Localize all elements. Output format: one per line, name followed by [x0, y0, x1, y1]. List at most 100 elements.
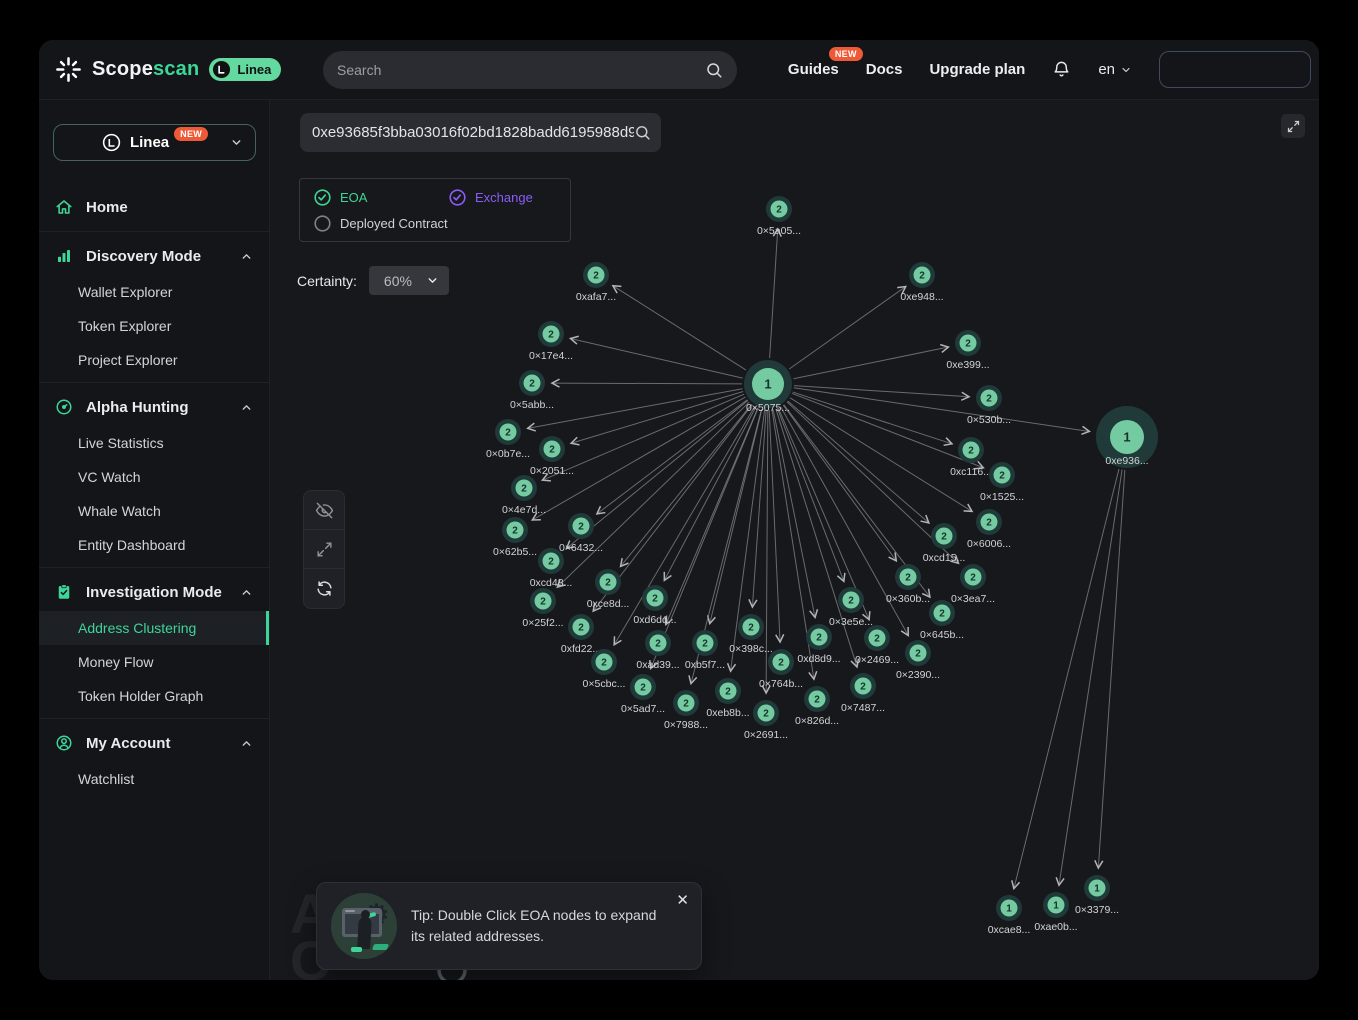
graph-node-0360b[interactable]: 20×360b...: [886, 564, 930, 605]
graph-node-025f2[interactable]: 20×25f2...: [522, 588, 563, 629]
graph-node-03ea7[interactable]: 20×3ea7...: [951, 564, 995, 605]
address-input[interactable]: [312, 124, 634, 141]
sidebar-item-token-holder-graph[interactable]: Token Holder Graph: [39, 679, 269, 713]
graph-node-062b5[interactable]: 20×62b5...: [493, 517, 537, 558]
sidebar-item-entity-dashboard[interactable]: Entity Dashboard: [39, 528, 269, 562]
address-search-bar[interactable]: [300, 113, 661, 152]
graph-node-02469[interactable]: 20×2469...: [855, 625, 899, 666]
graph-edge: [666, 408, 758, 625]
graph-node-02051[interactable]: 20×2051...: [530, 436, 574, 477]
sidebar-item-wallet-explorer[interactable]: Wallet Explorer: [39, 275, 269, 309]
svg-text:1: 1: [1053, 901, 1059, 912]
legend-item-deployed-contract[interactable]: Deployed Contract: [314, 215, 556, 232]
graph-node-0xafa7[interactable]: 20xafa7...: [576, 262, 616, 303]
graph-node-05075[interactable]: 10×5075...: [744, 360, 792, 414]
fit-view-button[interactable]: [304, 530, 344, 569]
graph-node-05a05[interactable]: 20×5a05...: [757, 196, 801, 237]
graph-node-0xe948[interactable]: 20xe948...: [900, 262, 943, 303]
sidebar-item-my-account[interactable]: My Account: [39, 724, 269, 762]
graph-node-0xe936[interactable]: 10xe936...: [1096, 406, 1158, 468]
svg-text:2: 2: [999, 471, 1005, 482]
graph-canvas[interactable]: A C 10×5075...10xe936...20×5a05...20xafa…: [270, 100, 1319, 980]
graph-node-0xd6dd[interactable]: 20xd6dd...: [633, 585, 676, 626]
new-badge: NEW: [829, 47, 863, 61]
graph-node-04e7d[interactable]: 20×4e7d...: [502, 475, 546, 516]
user-icon: [55, 734, 73, 752]
svg-text:2: 2: [814, 695, 820, 706]
graph-node-02691[interactable]: 20×2691...: [744, 700, 788, 741]
graph-node-07988[interactable]: 20×7988...: [664, 690, 708, 731]
node-address-label: 0×2390...: [896, 669, 940, 681]
graph-node-0xcae8[interactable]: 10xcae8...: [988, 895, 1031, 936]
nav-link-upgrade-plan[interactable]: Upgrade plan: [929, 61, 1025, 78]
sidebar-item-investigation-mode[interactable]: Investigation Mode: [39, 573, 269, 611]
node-address-label: 0×5ad7...: [621, 703, 665, 715]
graph-node-00b7e[interactable]: 20×0b7e...: [486, 419, 530, 460]
graph-node-0xce8d[interactable]: 20xce8d...: [587, 569, 630, 610]
graph-node-06432[interactable]: 20×6432...: [559, 513, 603, 554]
graph-node-0xeb8b[interactable]: 20xeb8b...: [706, 678, 749, 719]
hide-labels-button[interactable]: [304, 491, 344, 530]
graph-node-0xcd15[interactable]: 20xcd15...: [923, 523, 966, 564]
global-search[interactable]: [323, 51, 737, 89]
graph-node-03379[interactable]: 10×3379...: [1075, 875, 1119, 916]
sidebar-item-vc-watch[interactable]: VC Watch: [39, 460, 269, 494]
sidebar-item-money-flow[interactable]: Money Flow: [39, 645, 269, 679]
sidebar-item-watchlist[interactable]: Watchlist: [39, 762, 269, 796]
chevron-up-icon: [240, 586, 253, 599]
node-address-label: 0xae0b...: [1034, 921, 1077, 933]
network-selector[interactable]: Linea NEW: [53, 124, 256, 161]
global-search-input[interactable]: [337, 62, 705, 78]
graph-node-05ad7[interactable]: 20×5ad7...: [621, 674, 665, 715]
graph-edge: [710, 409, 762, 623]
graph-node-0xad39[interactable]: 20xad39...: [636, 630, 679, 671]
graph-node-0xb5f7[interactable]: 20xb5f7...: [685, 630, 725, 671]
svg-text:2: 2: [512, 526, 518, 537]
search-icon[interactable]: [705, 61, 723, 79]
sidebar-item-address-clustering[interactable]: Address Clustering: [39, 611, 269, 645]
graph-node-0xfd22[interactable]: 20xfd22...: [561, 614, 601, 655]
legend-item-exchange[interactable]: Exchange: [449, 189, 556, 206]
legend-item-eoa[interactable]: EOA: [314, 189, 449, 206]
language-selector[interactable]: en: [1098, 61, 1132, 78]
wallet-connect-button[interactable]: [1159, 51, 1311, 88]
nav-link-guides[interactable]: GuidesNEW: [788, 61, 839, 78]
graph-edge: [532, 397, 745, 520]
graph-node-05abb[interactable]: 20×5abb...: [510, 370, 554, 411]
search-icon[interactable]: [634, 124, 651, 141]
close-icon[interactable]: ✕: [676, 891, 689, 909]
node-address-label: 0xd8d9...: [797, 653, 840, 665]
sidebar-item-discovery-mode[interactable]: Discovery Mode: [39, 237, 269, 275]
graph-edge: [552, 383, 742, 384]
refresh-button[interactable]: [304, 569, 344, 608]
graph-edge: [769, 410, 780, 642]
graph-node-0xae0b[interactable]: 1 0xae0b...: [1034, 892, 1077, 933]
nav-link-docs[interactable]: Docs: [866, 61, 903, 78]
sidebar-item-whale-watch[interactable]: Whale Watch: [39, 494, 269, 528]
sidebar-item-live-statistics[interactable]: Live Statistics: [39, 426, 269, 460]
brand[interactable]: Scopescan Linea: [55, 56, 281, 83]
graph-node-0826d[interactable]: 20×826d...: [795, 686, 839, 727]
sidebar-item-alpha-hunting[interactable]: Alpha Hunting: [39, 388, 269, 426]
sidebar-item-token-explorer[interactable]: Token Explorer: [39, 309, 269, 343]
graph-node-0xe399[interactable]: 20xe399...: [946, 330, 989, 371]
node-address-label: 0×5075...: [746, 402, 790, 414]
sidebar-item-project-explorer[interactable]: Project Explorer: [39, 343, 269, 377]
graph-node-0645b[interactable]: 20×645b...: [920, 600, 964, 641]
svg-text:2: 2: [968, 446, 974, 457]
graph-node-017e4[interactable]: 20×17e4...: [529, 321, 573, 362]
graph-node-07487[interactable]: 20×7487...: [841, 673, 885, 714]
graph-node-06006[interactable]: 20×6006...: [967, 509, 1011, 550]
node-type-legend: EOAExchange Deployed Contract: [299, 178, 571, 242]
graph-node-0530b[interactable]: 20×530b...: [967, 385, 1011, 426]
fullscreen-button[interactable]: [1281, 114, 1305, 138]
notifications-bell-icon[interactable]: [1052, 60, 1071, 79]
chevron-down-icon: [1120, 64, 1132, 76]
graph-node-0xd8d9[interactable]: 20xd8d9...: [797, 624, 840, 665]
graph-node-02390[interactable]: 20×2390...: [896, 640, 940, 681]
svg-text:2: 2: [848, 596, 854, 607]
certainty-dropdown[interactable]: 60%: [369, 266, 449, 295]
graph-node-05cbc[interactable]: 20×5cbc...: [583, 649, 626, 690]
sidebar-item-home[interactable]: Home: [39, 188, 269, 226]
graph-node-03e5e[interactable]: 20×3e5e...: [829, 587, 873, 628]
